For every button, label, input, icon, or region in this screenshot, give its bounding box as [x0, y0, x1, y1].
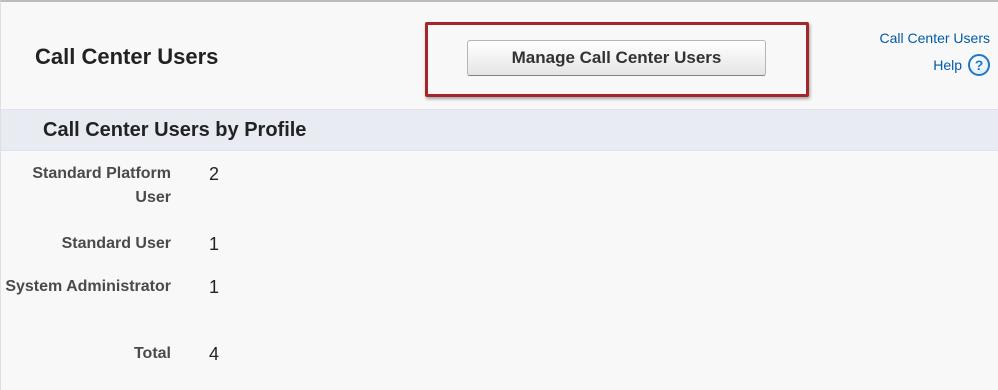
profile-label: Standard User [61, 235, 171, 252]
help-area: Call Center Users Help ? [880, 28, 990, 76]
profile-label: Standard Platform User [32, 165, 171, 206]
call-center-users-page: Call Center Users Manage Call Center Use… [0, 0, 998, 390]
help-row: Help ? [880, 54, 990, 76]
manage-call-center-users-button[interactable]: Manage Call Center Users [467, 40, 766, 76]
help-link[interactable]: Help [933, 57, 962, 73]
profile-label: System Administrator [5, 278, 171, 295]
profile-count: 4 [209, 344, 220, 364]
profile-count: 1 [209, 277, 220, 297]
profile-count: 1 [209, 234, 220, 254]
section-header: Call Center Users by Profile [1, 109, 998, 151]
profile-count: 2 [209, 164, 220, 184]
help-circle-icon[interactable]: ? [968, 54, 990, 76]
profile-label: Total [133, 345, 171, 362]
section-title: Call Center Users by Profile [43, 119, 307, 141]
page-title: Call Center Users [35, 44, 219, 69]
help-topic-link[interactable]: Call Center Users [880, 28, 990, 48]
